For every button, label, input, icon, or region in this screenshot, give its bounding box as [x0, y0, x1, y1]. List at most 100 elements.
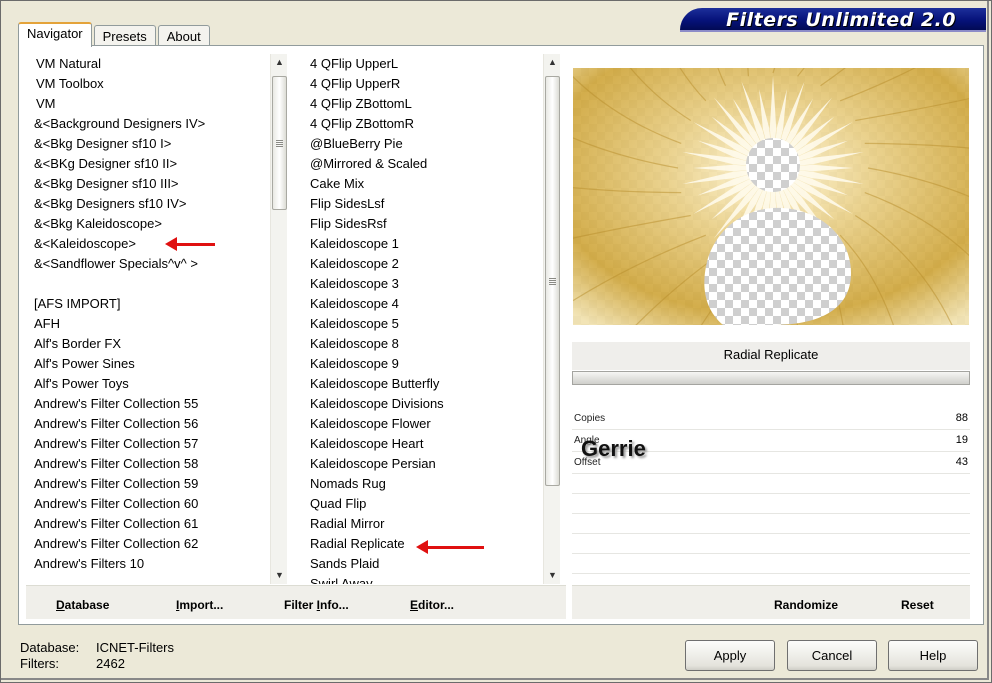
- randomize-button[interactable]: Randomize: [774, 598, 838, 612]
- category-list-item[interactable]: Andrew's Filter Collection 62: [28, 534, 269, 554]
- category-list-item[interactable]: &<Kaleidoscope>: [28, 234, 269, 254]
- filter-list-item[interactable]: Flip SidesRsf: [304, 214, 542, 234]
- param-slot-empty: [572, 514, 970, 534]
- filter-list-item[interactable]: Kaleidoscope 9: [304, 354, 542, 374]
- filter-list-item[interactable]: Kaleidoscope Persian: [304, 454, 542, 474]
- category-list-item[interactable]: Alf's Power Toys: [28, 374, 269, 394]
- filter-list-item[interactable]: Kaleidoscope 8: [304, 334, 542, 354]
- filter-list-item[interactable]: Kaleidoscope 2: [304, 254, 542, 274]
- cancel-button[interactable]: Cancel: [787, 640, 877, 671]
- category-list-item[interactable]: Andrew's Filters 10: [28, 554, 269, 574]
- category-list-item[interactable]: &<BKg Designer sf10 II>: [28, 154, 269, 174]
- category-list-item[interactable]: &<Background Designers IV>: [28, 114, 269, 134]
- scroll-up-arrow-icon[interactable]: ▲: [271, 54, 288, 71]
- filter-list-item[interactable]: Kaleidoscope 1: [304, 234, 542, 254]
- title-banner: Filters Unlimited 2.0: [680, 8, 986, 32]
- red-arrow-icon: [416, 540, 484, 554]
- scroll-thumb[interactable]: [272, 76, 287, 210]
- category-list-item[interactable]: Andrew's Filter Collection 59: [28, 474, 269, 494]
- filter-list-item[interactable]: Sands Plaid: [304, 554, 542, 574]
- param-name: Copies: [574, 413, 606, 424]
- category-list-item[interactable]: [AFS IMPORT]: [28, 294, 269, 314]
- status-database: Database: ICNET-Filters: [20, 640, 174, 655]
- status-area: Database: ICNET-Filters Filters: 2462: [20, 640, 174, 672]
- category-list-item[interactable]: VM: [28, 94, 269, 114]
- progress-bar: [572, 371, 970, 385]
- category-list-item[interactable]: &<Bkg Designer sf10 I>: [28, 134, 269, 154]
- filter-list-item[interactable]: Kaleidoscope Heart: [304, 434, 542, 454]
- filter-list-item[interactable]: Radial Mirror: [304, 514, 542, 534]
- editor-button[interactable]: Editor...: [410, 598, 454, 612]
- category-list-item[interactable]: Andrew's Filter Collection 55: [28, 394, 269, 414]
- tab-strip: Navigator Presets About: [18, 22, 212, 47]
- filter-list-item[interactable]: Kaleidoscope Flower: [304, 414, 542, 434]
- param-slot-empty: [572, 554, 970, 574]
- filter-list-item[interactable]: Flip SidesLsf: [304, 194, 542, 214]
- filter-name-label: Radial Replicate: [572, 342, 970, 370]
- category-list-item[interactable]: &<Sandflower Specials^v^ >: [28, 254, 269, 274]
- param-slot-empty: [572, 534, 970, 554]
- preview-canvas: [573, 68, 969, 325]
- red-arrow-icon: [165, 237, 215, 251]
- filter-preview-image: [573, 68, 969, 325]
- category-list-item[interactable]: VM Natural: [28, 54, 269, 74]
- reset-button[interactable]: Reset: [901, 598, 934, 612]
- filter-list-item[interactable]: Kaleidoscope 5: [304, 314, 542, 334]
- apply-button[interactable]: Apply: [685, 640, 775, 671]
- database-button[interactable]: Database: [56, 598, 109, 612]
- help-button[interactable]: Help: [888, 640, 978, 671]
- filter-list-item[interactable]: @Mirrored & Scaled: [304, 154, 542, 174]
- category-list-item[interactable]: &<Bkg Designer sf10 III>: [28, 174, 269, 194]
- param-slot-empty: [572, 494, 970, 514]
- filter-scrollbar[interactable]: ▲ ▼: [543, 54, 560, 584]
- filter-parameters: Copies 88 Angle 19 Offset 43: [572, 408, 970, 574]
- tab-about[interactable]: About: [157, 25, 210, 46]
- scroll-down-arrow-icon[interactable]: ▼: [271, 567, 288, 584]
- navigator-button-bar: Database Import... Filter Info... Editor…: [26, 585, 566, 619]
- filter-list-item[interactable]: Kaleidoscope 3: [304, 274, 542, 294]
- param-slot-empty: [572, 474, 970, 494]
- filter-button-bar: Randomize Reset: [572, 585, 970, 619]
- filter-list-item[interactable]: Swirl Away: [304, 574, 542, 584]
- scroll-down-arrow-icon[interactable]: ▼: [544, 567, 561, 584]
- category-list-item[interactable]: &<Bkg Kaleidoscope>: [28, 214, 269, 234]
- filter-list-item[interactable]: 4 QFlip UpperR: [304, 74, 542, 94]
- filter-list-item[interactable]: Cake Mix: [304, 174, 542, 194]
- scroll-thumb[interactable]: [545, 76, 560, 486]
- category-list-item[interactable]: Alf's Power Sines: [28, 354, 269, 374]
- category-list-item[interactable]: [28, 274, 269, 294]
- status-filters: Filters: 2462: [20, 656, 125, 671]
- filter-list-item[interactable]: Kaleidoscope Butterfly: [304, 374, 542, 394]
- category-list-item[interactable]: Andrew's Filter Collection 58: [28, 454, 269, 474]
- tab-presets[interactable]: Presets: [93, 25, 156, 46]
- filter-list-item[interactable]: 4 QFlip ZBottomR: [304, 114, 542, 134]
- app-title: Filters Unlimited 2.0: [726, 9, 956, 31]
- category-list-item[interactable]: VM Toolbox: [28, 74, 269, 94]
- filter-list-item[interactable]: 4 QFlip ZBottomL: [304, 94, 542, 114]
- filter-list-item[interactable]: @BlueBerry Pie: [304, 134, 542, 154]
- category-list-item[interactable]: Andrew's Filter Collection 56: [28, 414, 269, 434]
- category-list-item[interactable]: &<Bkg Designers sf10 IV>: [28, 194, 269, 214]
- param-value: 88: [955, 412, 968, 424]
- category-list-item[interactable]: Andrew's Filter Collection 57: [28, 434, 269, 454]
- category-list-item[interactable]: Andrew's Filter Collection 61: [28, 514, 269, 534]
- filter-list-item[interactable]: Nomads Rug: [304, 474, 542, 494]
- param-value: 43: [955, 456, 968, 468]
- filter-list-item[interactable]: Quad Flip: [304, 494, 542, 514]
- filter-info-button[interactable]: Filter Info...: [284, 598, 349, 612]
- category-list-item[interactable]: AFH: [28, 314, 269, 334]
- category-list-item[interactable]: Andrew's Filter Collection 60: [28, 494, 269, 514]
- filter-list-item[interactable]: Kaleidoscope Divisions: [304, 394, 542, 414]
- filter-list[interactable]: 4 QFlip UpperL 4 QFlip UpperR 4 QFlip ZBot…: [304, 54, 542, 584]
- import-button[interactable]: Import...: [176, 598, 223, 612]
- filter-list-item[interactable]: 4 QFlip UpperL: [304, 54, 542, 74]
- watermark-text: Gerrie: [581, 436, 646, 461]
- scroll-up-arrow-icon[interactable]: ▲: [544, 54, 561, 71]
- category-list[interactable]: VM Natural VM Toolbox VM &<Background Desig…: [28, 54, 269, 584]
- filter-list-item[interactable]: Kaleidoscope 4: [304, 294, 542, 314]
- category-scrollbar[interactable]: ▲ ▼: [270, 54, 287, 584]
- param-copies[interactable]: Copies 88: [572, 408, 970, 430]
- param-value: 19: [955, 434, 968, 446]
- tab-navigator[interactable]: Navigator: [18, 22, 92, 47]
- category-list-item[interactable]: Alf's Border FX: [28, 334, 269, 354]
